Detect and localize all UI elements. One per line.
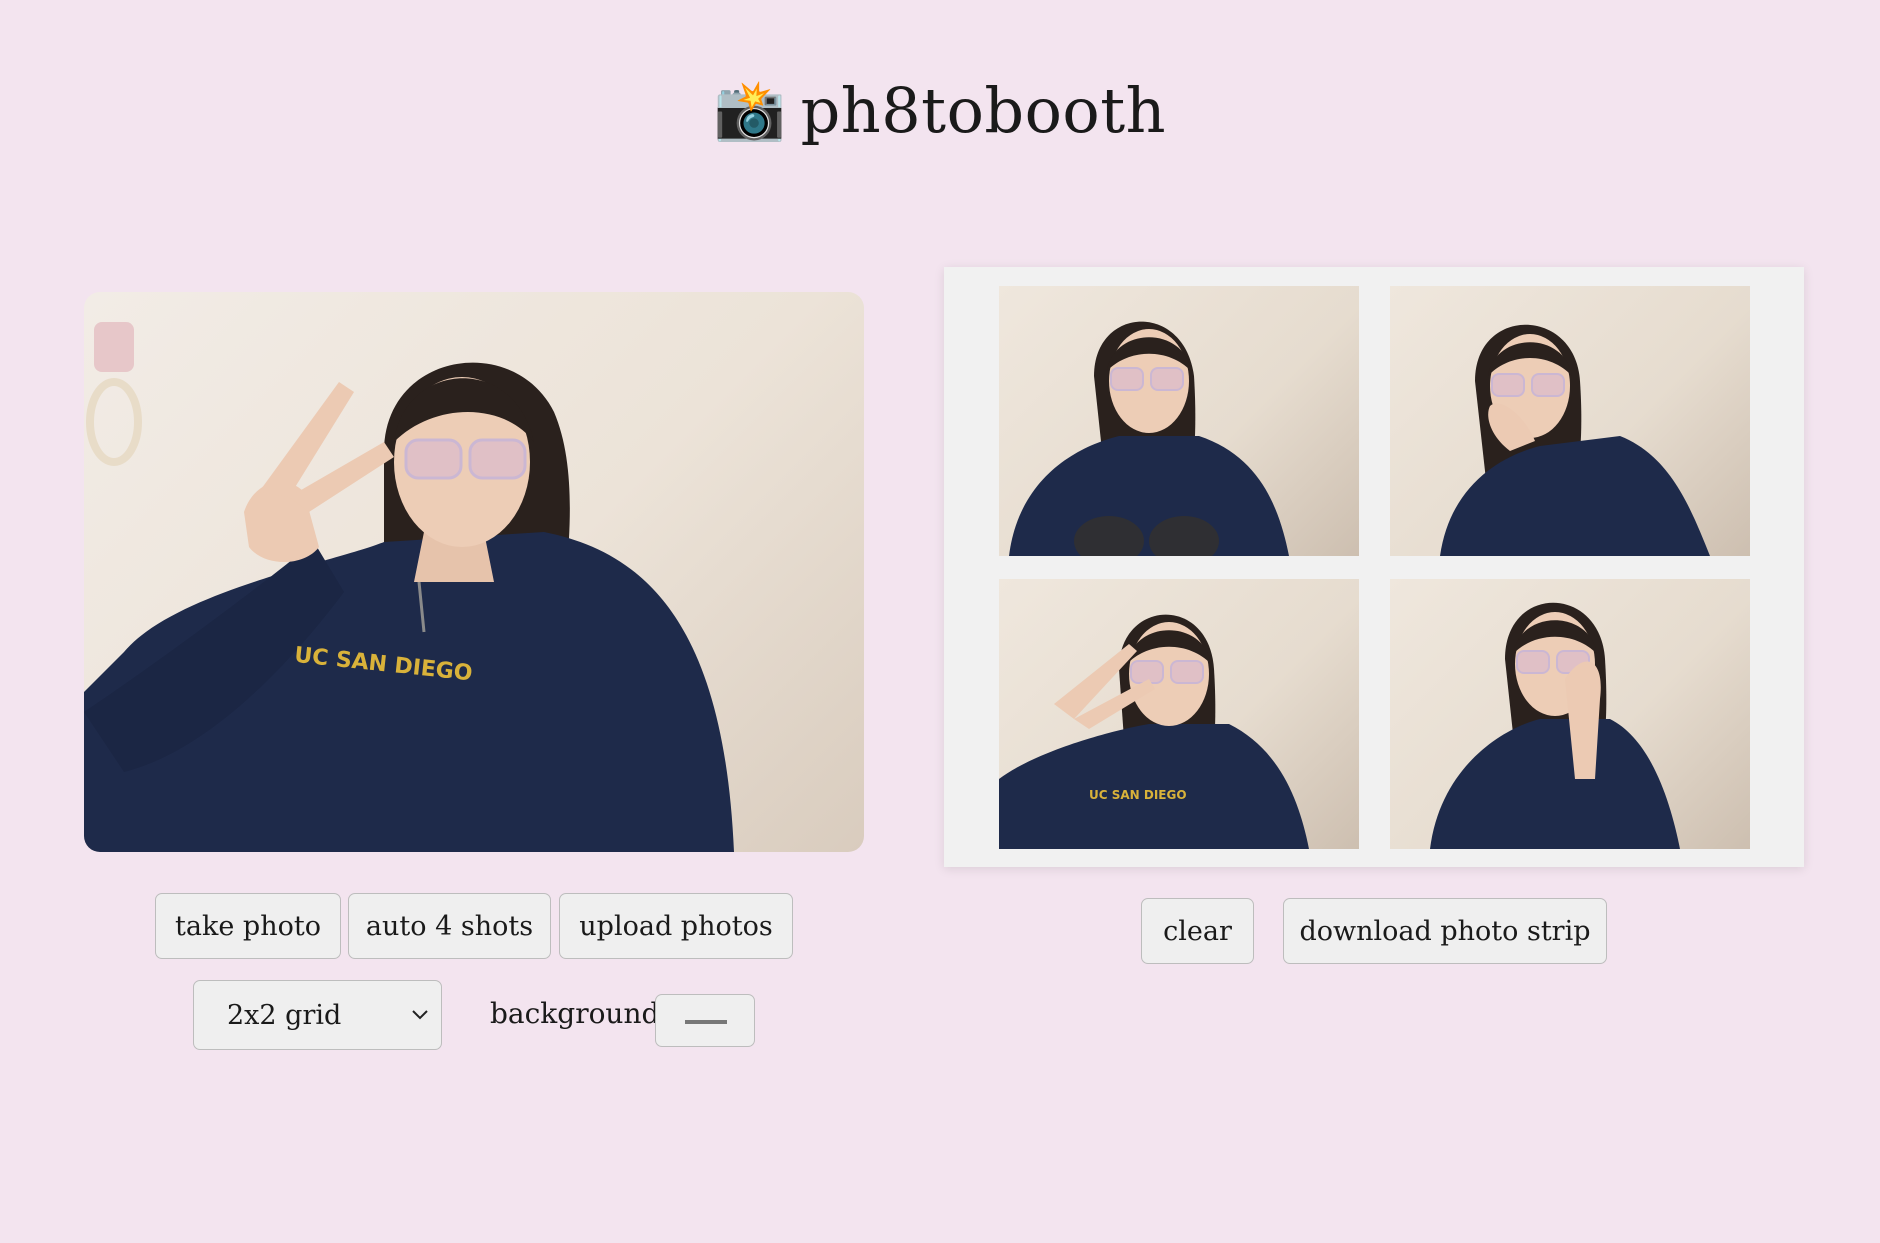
chevron-down-icon	[412, 1010, 428, 1020]
auto-shots-button[interactable]: auto 4 shots	[348, 893, 551, 959]
page-title: 📸 ph8tobooth	[0, 70, 1880, 151]
strip-photo-4	[1390, 579, 1750, 849]
camera-preview-image: UC SAN DIEGO	[84, 322, 734, 852]
photo-strip: UC SAN DIEGO	[944, 267, 1804, 867]
strip-photo-1	[999, 286, 1359, 556]
upload-photos-button[interactable]: upload photos	[559, 893, 793, 959]
layout-select-value: 2x2 grid	[227, 999, 342, 1031]
background-label: background:	[490, 997, 669, 1030]
layout-select[interactable]: 2x2 grid	[193, 980, 442, 1050]
page-title-text: ph8tobooth	[800, 74, 1167, 147]
download-strip-button[interactable]: download photo strip	[1283, 898, 1607, 964]
strip-photo-2	[1390, 286, 1750, 556]
clear-button[interactable]: clear	[1141, 898, 1254, 964]
strip-photo-3: UC SAN DIEGO	[999, 579, 1359, 849]
camera-preview: UC SAN DIEGO	[84, 292, 864, 852]
background-color-swatch	[685, 1020, 727, 1024]
svg-text:UC SAN DIEGO: UC SAN DIEGO	[1089, 788, 1187, 802]
photobooth-app: 📸 ph8tobooth UC SAN DIEGO take photo aut…	[0, 0, 1880, 1243]
take-photo-button[interactable]: take photo	[155, 893, 341, 959]
background-color-picker[interactable]	[655, 994, 755, 1047]
camera-flash-icon: 📸	[713, 76, 787, 144]
